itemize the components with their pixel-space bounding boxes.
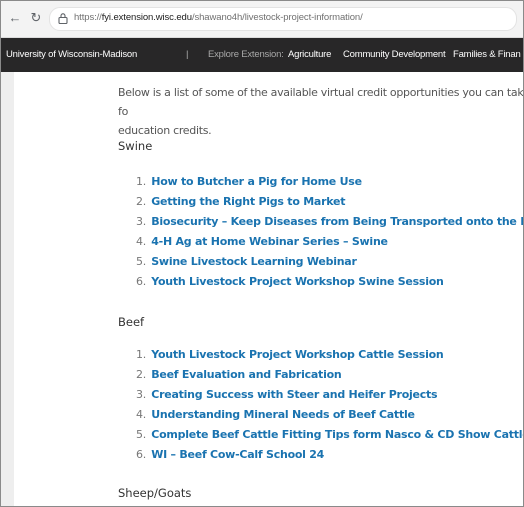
nav-link-families-finances[interactable]: Families & Finan xyxy=(453,49,521,60)
url-host: fyi.extension.wisc.edu xyxy=(101,12,192,23)
beef-link-4[interactable]: Understanding Mineral Needs of Beef Catt… xyxy=(151,408,415,421)
item-number: 6. xyxy=(136,448,146,461)
item-number: 2. xyxy=(136,368,146,381)
list-item: 6. Youth Livestock Project Workshop Swin… xyxy=(136,272,523,292)
section-heading-swine: Swine xyxy=(118,139,153,153)
list-item: 4. 4-H Ag at Home Webinar Series – Swine xyxy=(136,232,523,252)
beef-link-6[interactable]: WI – Beef Cow-Calf School 24 xyxy=(151,448,324,461)
list-item: 1. How to Butcher a Pig for Home Use xyxy=(136,172,523,192)
swine-link-5[interactable]: Swine Livestock Learning Webinar xyxy=(151,255,357,268)
section-heading-sheep-goats: Sheep/Goats xyxy=(118,486,192,500)
swine-link-list: 1. How to Butcher a Pig for Home Use 2. … xyxy=(136,172,523,292)
back-arrow-icon[interactable]: ← xyxy=(7,10,23,26)
item-number: 5. xyxy=(136,255,146,268)
browser-window: ← ↻ https://fyi.extension.wisc.edu/shawa… xyxy=(0,0,524,507)
list-item: 6. WI – Beef Cow-Calf School 24 xyxy=(136,445,523,465)
item-number: 5. xyxy=(136,428,146,441)
list-item: 5. Complete Beef Cattle Fitting Tips for… xyxy=(136,425,523,445)
item-number: 3. xyxy=(136,388,146,401)
url-text: https://fyi.extension.wisc.edu/shawano4h… xyxy=(74,12,363,23)
item-number: 1. xyxy=(136,348,146,361)
reload-icon[interactable]: ↻ xyxy=(28,10,44,26)
list-item: 2. Getting the Right Pigs to Market xyxy=(136,192,523,212)
explore-extension-label: Explore Extension: xyxy=(208,49,284,60)
university-link[interactable]: University of Wisconsin-Madison xyxy=(6,49,137,60)
list-item: 2. Beef Evaluation and Fabrication xyxy=(136,365,523,385)
swine-link-1[interactable]: How to Butcher a Pig for Home Use xyxy=(151,175,362,188)
item-number: 1. xyxy=(136,175,146,188)
site-header-nav: University of Wisconsin-Madison | Explor… xyxy=(1,38,523,72)
url-path: /shawano4h/livestock-project-information… xyxy=(191,12,363,23)
nav-link-agriculture[interactable]: Agriculture xyxy=(288,49,331,60)
main-content: Below is a list of some of the available… xyxy=(1,72,523,506)
section-heading-beef: Beef xyxy=(118,315,145,329)
url-scheme: https:// xyxy=(74,12,102,23)
list-item: 3. Biosecurity – Keep Diseases from Bein… xyxy=(136,212,523,232)
list-item: 3. Creating Success with Steer and Heife… xyxy=(136,385,523,405)
item-number: 2. xyxy=(136,195,146,208)
intro-text: Below is a list of some of the available… xyxy=(118,86,524,137)
browser-toolbar: ← ↻ https://fyi.extension.wisc.edu/shawa… xyxy=(1,1,523,38)
swine-link-6[interactable]: Youth Livestock Project Workshop Swine S… xyxy=(151,275,444,288)
swine-link-4[interactable]: 4-H Ag at Home Webinar Series – Swine xyxy=(151,235,388,248)
item-number: 4. xyxy=(136,408,146,421)
address-bar[interactable]: https://fyi.extension.wisc.edu/shawano4h… xyxy=(49,7,517,31)
nav-separator: | xyxy=(186,49,189,60)
beef-link-2[interactable]: Beef Evaluation and Fabrication xyxy=(151,368,341,381)
item-number: 3. xyxy=(136,215,146,228)
nav-link-community-development[interactable]: Community Development xyxy=(343,49,446,60)
list-item: 1. Youth Livestock Project Workshop Catt… xyxy=(136,345,523,365)
swine-link-2[interactable]: Getting the Right Pigs to Market xyxy=(151,195,345,208)
item-number: 6. xyxy=(136,275,146,288)
list-item: 4. Understanding Mineral Needs of Beef C… xyxy=(136,405,523,425)
beef-link-5[interactable]: Complete Beef Cattle Fitting Tips form N… xyxy=(151,428,523,441)
swine-link-3[interactable]: Biosecurity – Keep Diseases from Being T… xyxy=(151,215,523,228)
site-info-icon[interactable] xyxy=(57,12,69,25)
beef-link-list: 1. Youth Livestock Project Workshop Catt… xyxy=(136,345,523,465)
beef-link-3[interactable]: Creating Success with Steer and Heifer P… xyxy=(151,388,437,401)
beef-link-1[interactable]: Youth Livestock Project Workshop Cattle … xyxy=(151,348,443,361)
item-number: 4. xyxy=(136,235,146,248)
list-item: 5. Swine Livestock Learning Webinar xyxy=(136,252,523,272)
